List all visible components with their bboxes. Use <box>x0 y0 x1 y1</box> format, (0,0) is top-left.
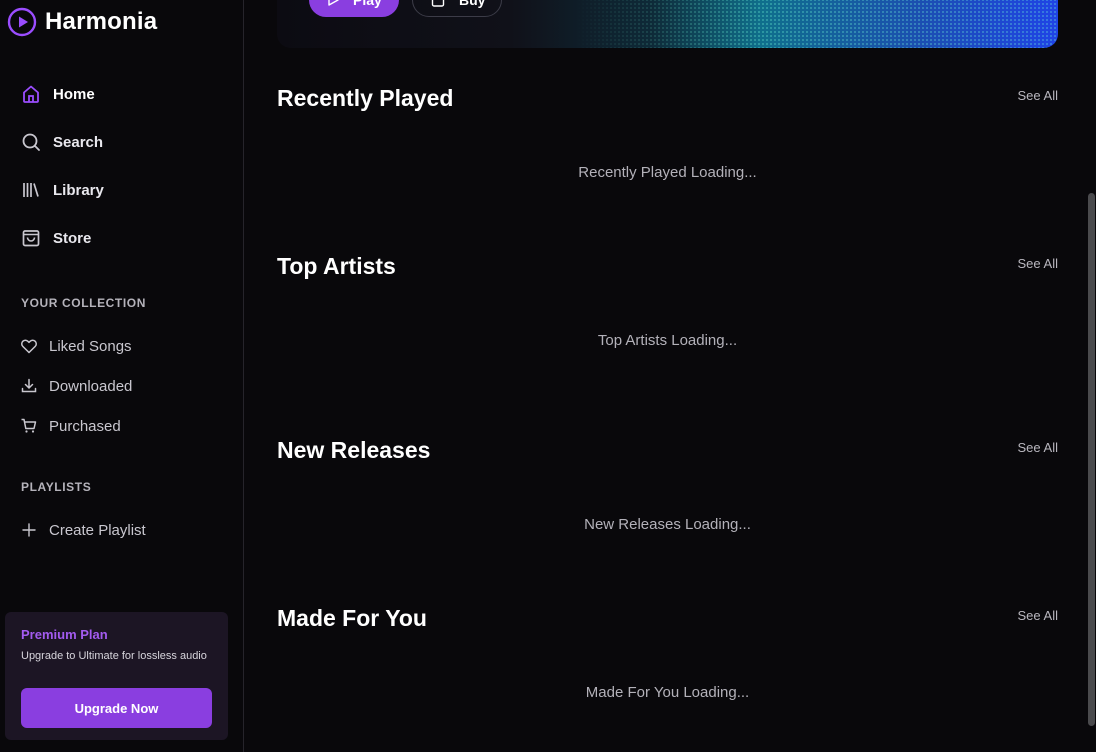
upgrade-now-button[interactable]: Upgrade Now <box>21 688 212 728</box>
hero-play-button[interactable]: Play <box>309 0 399 17</box>
library-icon <box>23 183 39 197</box>
section-new-releases: New Releases See All <box>277 437 1058 467</box>
sidebar-item-label: Library <box>53 181 104 199</box>
hero-buy-label: Buy <box>459 0 486 8</box>
cart-icon <box>21 418 37 433</box>
loading-text: Recently Played Loading... <box>578 164 757 181</box>
create-playlist-label: Create Playlist <box>49 521 146 539</box>
sidebar-item-label: Home <box>53 85 95 103</box>
sidebar-item-label: Search <box>53 133 104 151</box>
sidebar-item-library[interactable]: Library <box>20 177 104 203</box>
see-all-link[interactable]: See All <box>1018 88 1058 103</box>
create-playlist-button[interactable]: Create Playlist <box>20 519 146 541</box>
section-title: Made For You <box>277 605 427 631</box>
sidebar-item-label: Purchased <box>49 417 121 435</box>
search-icon <box>22 133 40 151</box>
collection-heading: YOUR COLLECTION <box>21 296 146 310</box>
heart-icon <box>21 339 37 354</box>
premium-title: Premium Plan <box>21 627 108 642</box>
section-made-for-you: Made For You See All <box>277 605 1058 635</box>
premium-description: Upgrade to Ultimate for lossless audio <box>21 650 207 662</box>
sidebar-item-label: Downloaded <box>49 377 133 395</box>
app-name: Harmonia <box>45 8 158 35</box>
hero-play-label: Play <box>353 0 382 8</box>
store-icon <box>22 230 40 247</box>
loading-text: New Releases Loading... <box>584 516 751 533</box>
sidebar-item-liked-songs[interactable]: Liked Songs <box>20 335 132 357</box>
download-icon <box>21 378 37 393</box>
see-all-link[interactable]: See All <box>1018 256 1058 271</box>
section-title: Top Artists <box>277 253 396 279</box>
sidebar-item-downloaded[interactable]: Downloaded <box>20 375 132 397</box>
sidebar-item-label: Store <box>53 229 92 247</box>
scrollbar-thumb[interactable] <box>1088 193 1095 726</box>
loading-text: Made For You Loading... <box>585 684 750 701</box>
hero-banner: Play Buy <box>277 0 1058 48</box>
hero-buy-button[interactable]: Buy <box>412 0 502 17</box>
playlists-heading: PLAYLISTS <box>21 480 92 494</box>
section-top-artists: Top Artists See All <box>277 253 1058 283</box>
section-title: New Releases <box>277 437 431 463</box>
sidebar-item-search[interactable]: Search <box>20 129 103 155</box>
section-recently-played: Recently Played See All <box>277 85 1058 115</box>
sidebar-item-label: Liked Songs <box>49 337 132 355</box>
shopping-bag-icon <box>431 0 445 7</box>
play-icon <box>328 0 339 6</box>
sidebar-item-store[interactable]: Store <box>20 225 91 251</box>
plus-icon <box>22 523 36 537</box>
app-root: Harmonia Home Search Library Store YOUR … <box>0 0 1096 752</box>
section-title: Recently Played <box>277 85 454 111</box>
logo[interactable]: Harmonia <box>7 7 157 37</box>
premium-card: Premium Plan Upgrade to Ultimate for los… <box>5 612 228 740</box>
loading-text: Top Artists Loading... <box>597 332 738 349</box>
sidebar-item-home[interactable]: Home <box>20 81 95 107</box>
home-icon <box>23 85 39 103</box>
see-all-link[interactable]: See All <box>1018 440 1058 455</box>
sidebar-item-purchased[interactable]: Purchased <box>20 415 121 437</box>
sidebar: Harmonia Home Search Library Store YOUR … <box>0 0 244 752</box>
play-circle-logo-icon <box>7 7 37 37</box>
see-all-link[interactable]: See All <box>1018 608 1058 623</box>
